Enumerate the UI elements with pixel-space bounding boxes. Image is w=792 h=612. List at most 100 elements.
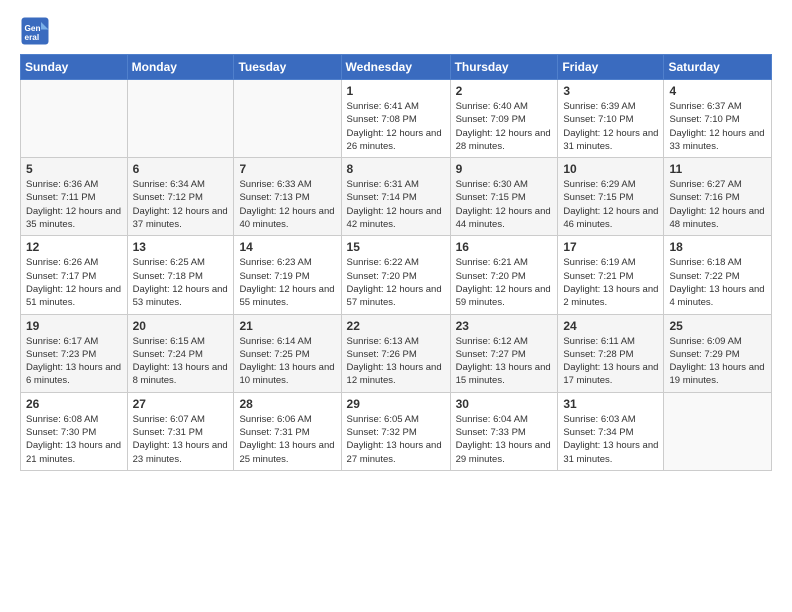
day-number: 30: [456, 397, 553, 411]
calendar-table: SundayMondayTuesdayWednesdayThursdayFrid…: [20, 54, 772, 471]
calendar-week-3: 12 Sunrise: 6:26 AM Sunset: 7:17 PM Dayli…: [21, 236, 772, 314]
calendar-header-row: SundayMondayTuesdayWednesdayThursdayFrid…: [21, 55, 772, 80]
calendar-cell: 14 Sunrise: 6:23 AM Sunset: 7:19 PM Dayli…: [234, 236, 341, 314]
calendar-cell: [21, 80, 128, 158]
day-number: 25: [669, 319, 766, 333]
day-info: Sunrise: 6:41 AM Sunset: 7:08 PM Dayligh…: [347, 100, 445, 153]
day-info: Sunrise: 6:04 AM Sunset: 7:33 PM Dayligh…: [456, 413, 553, 466]
calendar-cell: [664, 392, 772, 470]
calendar-cell: 24Sunrise: 6:11 AM Sunset: 7:28 PM Dayli…: [558, 314, 664, 392]
calendar-week-1: 1 Sunrise: 6:41 AM Sunset: 7:08 PM Daylig…: [21, 80, 772, 158]
day-number: 13: [133, 240, 229, 254]
header: Gen eral: [20, 16, 772, 46]
calendar-cell: 13Sunrise: 6:25 AM Sunset: 7:18 PM Dayli…: [127, 236, 234, 314]
day-number: 15: [347, 240, 445, 254]
calendar-cell: 11 Sunrise: 6:27 AM Sunset: 7:16 PM Dayli…: [664, 158, 772, 236]
day-info: Sunrise: 6:18 AM Sunset: 7:22 PM Dayligh…: [669, 256, 766, 309]
day-number: 10: [563, 162, 658, 176]
day-info: Sunrise: 6:27 AM Sunset: 7:16 PM Dayligh…: [669, 178, 766, 231]
calendar-cell: 10 Sunrise: 6:29 AM Sunset: 7:15 PM Dayli…: [558, 158, 664, 236]
day-info: Sunrise: 6:09 AM Sunset: 7:29 PM Dayligh…: [669, 335, 766, 388]
day-info: Sunrise: 6:17 AM Sunset: 7:23 PM Dayligh…: [26, 335, 122, 388]
day-number: 24: [563, 319, 658, 333]
day-number: 31: [563, 397, 658, 411]
day-number: 9: [456, 162, 553, 176]
day-number: 20: [133, 319, 229, 333]
day-info: Sunrise: 6:12 AM Sunset: 7:27 PM Dayligh…: [456, 335, 553, 388]
calendar-week-4: 19 Sunrise: 6:17 AM Sunset: 7:23 PM Dayli…: [21, 314, 772, 392]
day-info: Sunrise: 6:34 AM Sunset: 7:12 PM Dayligh…: [133, 178, 229, 231]
day-info: Sunrise: 6:06 AM Sunset: 7:31 PM Dayligh…: [239, 413, 335, 466]
calendar-cell: [234, 80, 341, 158]
calendar-cell: 23 Sunrise: 6:12 AM Sunset: 7:27 PM Dayli…: [450, 314, 558, 392]
day-info: Sunrise: 6:15 AM Sunset: 7:24 PM Dayligh…: [133, 335, 229, 388]
day-header-friday: Friday: [558, 55, 664, 80]
calendar-week-5: 26Sunrise: 6:08 AM Sunset: 7:30 PM Dayli…: [21, 392, 772, 470]
svg-text:eral: eral: [25, 33, 40, 42]
day-info: Sunrise: 6:33 AM Sunset: 7:13 PM Dayligh…: [239, 178, 335, 231]
day-number: 6: [133, 162, 229, 176]
day-info: Sunrise: 6:39 AM Sunset: 7:10 PM Dayligh…: [563, 100, 658, 153]
day-info: Sunrise: 6:22 AM Sunset: 7:20 PM Dayligh…: [347, 256, 445, 309]
calendar-cell: 22 Sunrise: 6:13 AM Sunset: 7:26 PM Dayli…: [341, 314, 450, 392]
day-number: 16: [456, 240, 553, 254]
day-number: 7: [239, 162, 335, 176]
day-number: 8: [347, 162, 445, 176]
day-number: 29: [347, 397, 445, 411]
page: Gen eral SundayMondayTuesdayWednesdayThu…: [0, 0, 792, 487]
day-number: 28: [239, 397, 335, 411]
day-number: 22: [347, 319, 445, 333]
calendar-cell: 21Sunrise: 6:14 AM Sunset: 7:25 PM Dayli…: [234, 314, 341, 392]
svg-text:Gen: Gen: [25, 24, 41, 33]
day-info: Sunrise: 6:07 AM Sunset: 7:31 PM Dayligh…: [133, 413, 229, 466]
day-number: 26: [26, 397, 122, 411]
calendar-cell: 7 Sunrise: 6:33 AM Sunset: 7:13 PM Daylig…: [234, 158, 341, 236]
calendar-cell: 5Sunrise: 6:36 AM Sunset: 7:11 PM Daylig…: [21, 158, 128, 236]
day-number: 11: [669, 162, 766, 176]
day-header-monday: Monday: [127, 55, 234, 80]
calendar-cell: 25 Sunrise: 6:09 AM Sunset: 7:29 PM Dayli…: [664, 314, 772, 392]
calendar-cell: 1 Sunrise: 6:41 AM Sunset: 7:08 PM Daylig…: [341, 80, 450, 158]
calendar-cell: [127, 80, 234, 158]
day-number: 12: [26, 240, 122, 254]
calendar-cell: 3 Sunrise: 6:39 AM Sunset: 7:10 PM Daylig…: [558, 80, 664, 158]
day-info: Sunrise: 6:23 AM Sunset: 7:19 PM Dayligh…: [239, 256, 335, 309]
day-header-tuesday: Tuesday: [234, 55, 341, 80]
day-header-saturday: Saturday: [664, 55, 772, 80]
calendar-cell: 29 Sunrise: 6:05 AM Sunset: 7:32 PM Dayli…: [341, 392, 450, 470]
calendar-cell: 18 Sunrise: 6:18 AM Sunset: 7:22 PM Dayli…: [664, 236, 772, 314]
calendar-cell: 12 Sunrise: 6:26 AM Sunset: 7:17 PM Dayli…: [21, 236, 128, 314]
day-header-thursday: Thursday: [450, 55, 558, 80]
day-number: 14: [239, 240, 335, 254]
day-header-sunday: Sunday: [21, 55, 128, 80]
calendar-cell: 27Sunrise: 6:07 AM Sunset: 7:31 PM Dayli…: [127, 392, 234, 470]
calendar-cell: 9Sunrise: 6:30 AM Sunset: 7:15 PM Daylig…: [450, 158, 558, 236]
day-number: 23: [456, 319, 553, 333]
day-number: 19: [26, 319, 122, 333]
calendar-cell: 20 Sunrise: 6:15 AM Sunset: 7:24 PM Dayli…: [127, 314, 234, 392]
day-number: 17: [563, 240, 658, 254]
calendar-cell: 30 Sunrise: 6:04 AM Sunset: 7:33 PM Dayli…: [450, 392, 558, 470]
calendar-cell: 4Sunrise: 6:37 AM Sunset: 7:10 PM Daylig…: [664, 80, 772, 158]
calendar-cell: 19 Sunrise: 6:17 AM Sunset: 7:23 PM Dayli…: [21, 314, 128, 392]
day-number: 3: [563, 84, 658, 98]
day-number: 18: [669, 240, 766, 254]
calendar-cell: 28 Sunrise: 6:06 AM Sunset: 7:31 PM Dayli…: [234, 392, 341, 470]
day-number: 21: [239, 319, 335, 333]
day-number: 1: [347, 84, 445, 98]
calendar-week-2: 5Sunrise: 6:36 AM Sunset: 7:11 PM Daylig…: [21, 158, 772, 236]
calendar-cell: 16 Sunrise: 6:21 AM Sunset: 7:20 PM Dayli…: [450, 236, 558, 314]
day-info: Sunrise: 6:03 AM Sunset: 7:34 PM Dayligh…: [563, 413, 658, 466]
day-info: Sunrise: 6:05 AM Sunset: 7:32 PM Dayligh…: [347, 413, 445, 466]
day-info: Sunrise: 6:26 AM Sunset: 7:17 PM Dayligh…: [26, 256, 122, 309]
day-number: 2: [456, 84, 553, 98]
day-info: Sunrise: 6:21 AM Sunset: 7:20 PM Dayligh…: [456, 256, 553, 309]
day-header-wednesday: Wednesday: [341, 55, 450, 80]
day-info: Sunrise: 6:40 AM Sunset: 7:09 PM Dayligh…: [456, 100, 553, 153]
logo: Gen eral: [20, 16, 54, 46]
day-info: Sunrise: 6:29 AM Sunset: 7:15 PM Dayligh…: [563, 178, 658, 231]
logo-icon: Gen eral: [20, 16, 50, 46]
day-info: Sunrise: 6:13 AM Sunset: 7:26 PM Dayligh…: [347, 335, 445, 388]
day-info: Sunrise: 6:31 AM Sunset: 7:14 PM Dayligh…: [347, 178, 445, 231]
day-info: Sunrise: 6:19 AM Sunset: 7:21 PM Dayligh…: [563, 256, 658, 309]
